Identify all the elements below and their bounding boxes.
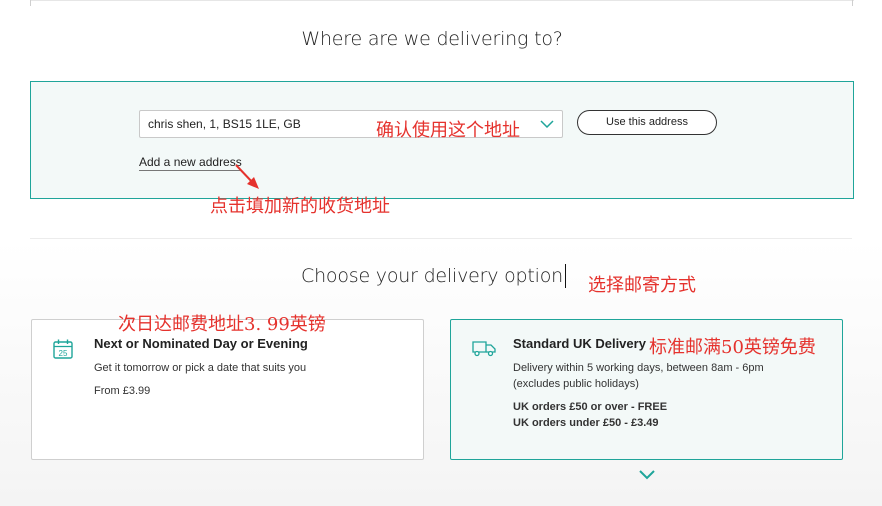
- text-cursor: [565, 264, 566, 288]
- left-edge-line: [30, 0, 31, 6]
- option-price: From £3.99: [94, 385, 151, 397]
- truck-icon: [471, 339, 497, 362]
- option-title: Next or Nominated Day or Evening: [94, 336, 308, 351]
- calendar-icon: 25: [52, 338, 74, 365]
- option-pricing-line-1: UK orders £50 or over - FREE: [513, 401, 668, 413]
- right-edge-line: [852, 0, 853, 6]
- top-divider: [30, 0, 854, 1]
- expand-chevron-icon[interactable]: [638, 468, 656, 486]
- option-title: Standard UK Delivery: [513, 336, 646, 351]
- option-description-line-1: Delivery within 5 working days, between …: [513, 362, 764, 374]
- annotation-confirm-address: 确认使用这个地址: [376, 120, 520, 141]
- use-this-address-button[interactable]: Use this address: [577, 110, 717, 135]
- chevron-down-icon: [540, 118, 554, 132]
- delivery-option-next-day[interactable]: 25 Next or Nominated Day or Evening Get …: [31, 319, 424, 460]
- annotation-arrow-icon: [230, 162, 264, 197]
- annotation-choose-method: 选择邮寄方式: [588, 275, 696, 296]
- delivery-section-title: Choose your delivery option: [301, 265, 563, 287]
- annotation-next-day-price: 次日达邮费地址3. 99英镑: [118, 314, 326, 335]
- calendar-day-number: 25: [59, 349, 68, 358]
- address-section-title: Where are we delivering to?: [301, 28, 563, 50]
- option-description: Get it tomorrow or pick a date that suit…: [94, 362, 307, 374]
- option-pricing-line-2: UK orders under £50 - £3.49: [513, 417, 659, 429]
- section-divider: [30, 238, 852, 239]
- annotation-standard-free: 标准邮满50英镑免费: [649, 337, 816, 358]
- add-new-address-link[interactable]: Add a new address: [139, 155, 242, 171]
- option-description-line-2: (excludes public holidays): [513, 378, 639, 390]
- selected-address-value: chris shen, 1, BS15 1LE, GB: [148, 117, 301, 131]
